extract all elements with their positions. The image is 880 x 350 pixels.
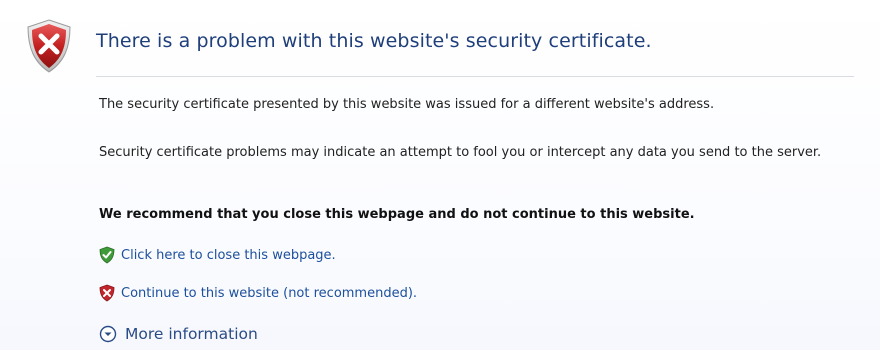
shield-x-icon bbox=[99, 284, 115, 302]
chevron-circle-down-icon bbox=[99, 325, 117, 343]
recommendation-text: We recommend that you close this webpage… bbox=[99, 207, 695, 222]
certificate-mismatch-text: The security certificate presented by th… bbox=[99, 97, 715, 112]
security-warning-text: Security certificate problems may indica… bbox=[99, 145, 822, 160]
continue-to-website-link[interactable]: Continue to this website (not recommende… bbox=[99, 284, 417, 302]
page-title: There is a problem with this website's s… bbox=[96, 30, 652, 52]
shield-check-icon bbox=[99, 246, 115, 264]
shield-error-icon bbox=[24, 18, 74, 74]
close-webpage-link[interactable]: Click here to close this webpage. bbox=[99, 246, 336, 264]
more-information-label: More information bbox=[125, 325, 258, 343]
continue-to-website-label: Continue to this website (not recommende… bbox=[121, 285, 418, 301]
more-information-toggle[interactable]: More information bbox=[99, 325, 258, 343]
certificate-error-page: There is a problem with this website's s… bbox=[0, 0, 880, 350]
close-webpage-label: Click here to close this webpage. bbox=[121, 247, 336, 263]
title-divider bbox=[96, 76, 854, 77]
